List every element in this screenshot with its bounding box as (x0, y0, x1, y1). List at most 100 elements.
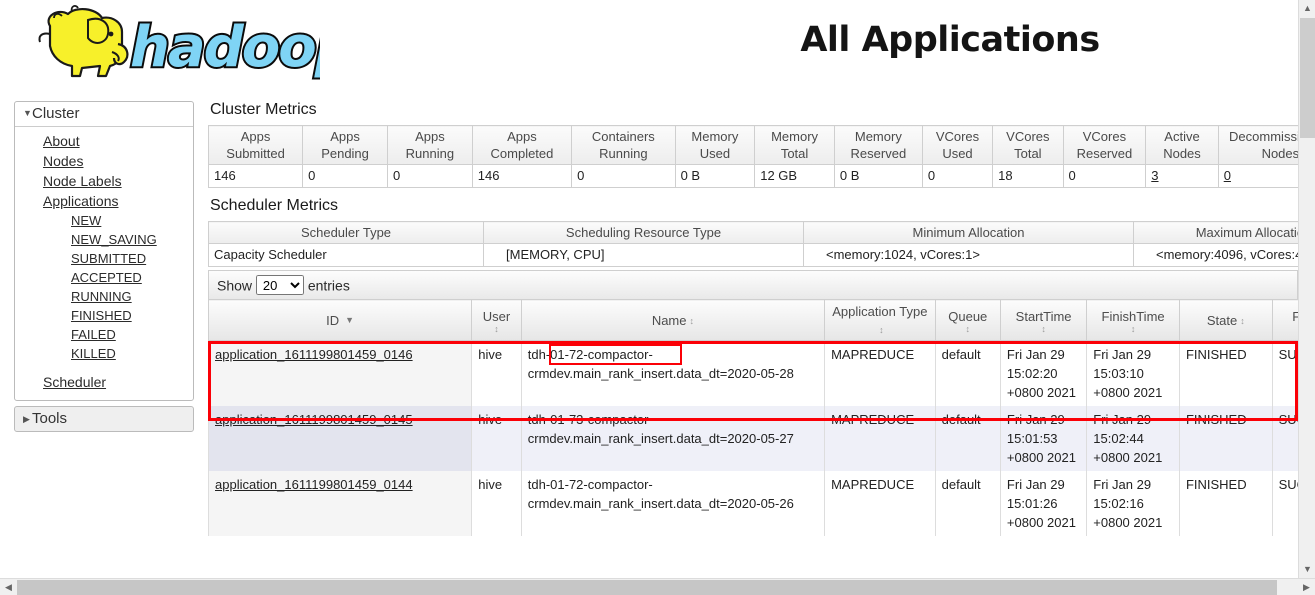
apps-col-state[interactable]: State↕ (1179, 300, 1272, 341)
sidebar-cluster-label: Cluster (32, 105, 80, 122)
cm-col-vcores-reserved: VCores Reserved (1063, 126, 1146, 165)
apps-col-queue-label: Queue (948, 309, 987, 324)
app-id-link[interactable]: application_1611199801459_0144 (215, 477, 413, 492)
sm-col-scheduler-type: Scheduler Type (209, 222, 484, 244)
hadoop-logo[interactable]: hadoop (14, 4, 320, 82)
cm-col-apps-completed: Apps Completed (472, 126, 571, 165)
cm-val-containers-running: 0 (572, 165, 675, 188)
sidebar-cluster-header[interactable]: ▼Cluster (15, 102, 193, 127)
sidebar-item-submitted[interactable]: SUBMITTED (15, 249, 193, 268)
page-title: All Applications (640, 20, 1260, 60)
sort-both-icon: ↕ (476, 325, 516, 333)
app-queue-cell: default (935, 341, 1000, 407)
sidebar-item-killed[interactable]: KILLED (15, 344, 193, 363)
apps-col-queue[interactable]: Queue ↕ (935, 300, 1000, 341)
app-type-cell: MAPREDUCE (825, 471, 936, 536)
horizontal-scrollbar[interactable]: ◀ ▶ (0, 578, 1315, 595)
apps-col-finishtime-label: FinishTime (1102, 309, 1165, 324)
cm-col-decommissioning-nodes: Decommissioning Nodes (1218, 126, 1298, 165)
cm-val-vcores-used: 0 (922, 165, 992, 188)
cluster-metrics-table: Apps Submitted Apps Pending Apps Running… (208, 125, 1298, 188)
cluster-metrics-value-row: 146 0 0 146 0 0 B 12 GB 0 B 0 18 0 3 0 (209, 165, 1299, 188)
sort-both-icon: ↕ (1091, 325, 1175, 333)
cm-val-apps-pending: 0 (303, 165, 388, 188)
cm-val-memory-total: 12 GB (755, 165, 835, 188)
apps-col-finishtime[interactable]: FinishTime ↕ (1087, 300, 1180, 341)
apps-col-id[interactable]: ID▼ (209, 300, 472, 341)
apps-col-name-label: Name (652, 313, 687, 328)
cm-val-apps-submitted: 146 (209, 165, 303, 188)
app-id-cell: application_1611199801459_0146 (209, 341, 472, 407)
horizontal-scrollbar-thumb[interactable] (17, 580, 1277, 595)
cm-val-active-nodes: 3 (1146, 165, 1218, 188)
app-name-rest: crmdev.main_rank_insert.data_dt=2020-05-… (528, 366, 794, 381)
app-finalstatus-cell: SUCCEEDED (1272, 406, 1298, 471)
apps-col-application-type[interactable]: Application Type↕ (825, 300, 936, 341)
app-id-link[interactable]: application_1611199801459_0146 (215, 347, 413, 362)
app-type-cell: MAPREDUCE (825, 341, 936, 407)
cm-val-decommissioning-nodes: 0 (1218, 165, 1298, 188)
table-row: application_1611199801459_0144 hive tdh-… (209, 471, 1299, 536)
vertical-scrollbar[interactable]: ▲ ▼ (1298, 0, 1315, 578)
sort-both-icon: ↕ (1240, 317, 1245, 325)
sidebar-item-finished[interactable]: FINISHED (15, 306, 193, 325)
vertical-scrollbar-thumb[interactable] (1300, 18, 1315, 138)
sm-col-minimum-allocation: Minimum Allocation (804, 222, 1134, 244)
app-finalstatus-cell: SUCCEEDED (1272, 471, 1298, 536)
cm-col-memory-total: Memory Total (755, 126, 835, 165)
apps-col-user-label: User (483, 309, 510, 324)
app-name-cell: tdh-01-72-compactor-crmdev.main_rank_ins… (521, 341, 824, 407)
applications-table: ID▼ User ↕ Name↕ Application Typ (208, 299, 1298, 536)
cm-col-containers-running: Containers Running (572, 126, 675, 165)
sidebar-item-accepted[interactable]: ACCEPTED (15, 268, 193, 287)
sidebar-item-applications[interactable]: Applications (15, 191, 193, 211)
app-id-link[interactable]: application_1611199801459_0145 (215, 412, 413, 427)
sidebar-item-scheduler[interactable]: Scheduler (15, 372, 193, 392)
apps-col-state-label: State (1207, 313, 1237, 328)
apps-table-body: application_1611199801459_0146 hive tdh-… (209, 341, 1299, 537)
apps-col-user[interactable]: User ↕ (472, 300, 521, 341)
applications-section: Show 20 50 100 entries ID▼ (208, 270, 1298, 536)
sm-val-scheduling-resource-type: [MEMORY, CPU] (484, 244, 804, 267)
app-name-prefix: tdh-01-72- (528, 347, 588, 362)
sidebar-item-new[interactable]: NEW (15, 211, 193, 230)
caret-right-icon: ▶ (23, 414, 32, 425)
cm-col-apps-submitted: Apps Submitted (209, 126, 303, 165)
scroll-right-icon[interactable]: ▶ (1298, 579, 1315, 595)
scheduler-metrics-value-row: Capacity Scheduler [MEMORY, CPU] <memory… (209, 244, 1299, 267)
app-name-rest: crmdev.main_rank_insert.data_dt=2020-05-… (528, 431, 794, 446)
sidebar-item-nodes[interactable]: Nodes (15, 151, 193, 171)
sidebar-item-node-labels[interactable]: Node Labels (15, 171, 193, 191)
scroll-left-icon[interactable]: ◀ (0, 579, 17, 595)
cm-col-apps-pending: Apps Pending (303, 126, 388, 165)
scroll-up-icon[interactable]: ▲ (1299, 0, 1315, 17)
active-nodes-link[interactable]: 3 (1151, 168, 1158, 183)
decommissioning-nodes-link[interactable]: 0 (1224, 168, 1231, 183)
app-id-cell: application_1611199801459_0145 (209, 406, 472, 471)
apps-col-starttime[interactable]: StartTime ↕ (1000, 300, 1086, 341)
entries-select[interactable]: 20 50 100 (256, 275, 304, 295)
sm-col-maximum-allocation: Maximum Allocation (1134, 222, 1299, 244)
app-starttime-cell: Fri Jan 29 15:01:53 +0800 2021 (1000, 406, 1086, 471)
sidebar-tools-block[interactable]: ▶Tools (14, 406, 194, 432)
sidebar-item-new-saving[interactable]: NEW_SAVING (15, 230, 193, 249)
scroll-down-icon[interactable]: ▼ (1299, 561, 1315, 578)
scheduler-metrics-header-row: Scheduler Type Scheduling Resource Type … (209, 222, 1299, 244)
sidebar-item-running[interactable]: RUNNING (15, 287, 193, 306)
apps-col-finalstatus[interactable]: FinalStatus ↕ (1272, 300, 1298, 341)
sidebar-item-failed[interactable]: FAILED (15, 325, 193, 344)
sort-both-icon: ↕ (940, 325, 996, 333)
sort-both-icon: ↕ (879, 326, 884, 334)
cm-val-memory-used: 0 B (675, 165, 755, 188)
apps-col-starttime-label: StartTime (1016, 309, 1072, 324)
sm-col-scheduling-resource-type: Scheduling Resource Type (484, 222, 804, 244)
sidebar: ▼Cluster About Nodes Node Labels Applica… (14, 101, 194, 432)
app-finishtime-cell: Fri Jan 29 15:02:44 +0800 2021 (1087, 406, 1180, 471)
apps-toolbar: Show 20 50 100 entries (208, 270, 1298, 299)
apps-col-name[interactable]: Name↕ (521, 300, 824, 341)
apps-header-row: ID▼ User ↕ Name↕ Application Typ (209, 300, 1299, 341)
app-name-cell: tdh-01-73-compactor-crmdev.main_rank_ins… (521, 406, 824, 471)
sidebar-item-about[interactable]: About (15, 131, 193, 151)
app-user-cell: hive (472, 341, 521, 407)
cm-val-apps-completed: 146 (472, 165, 571, 188)
